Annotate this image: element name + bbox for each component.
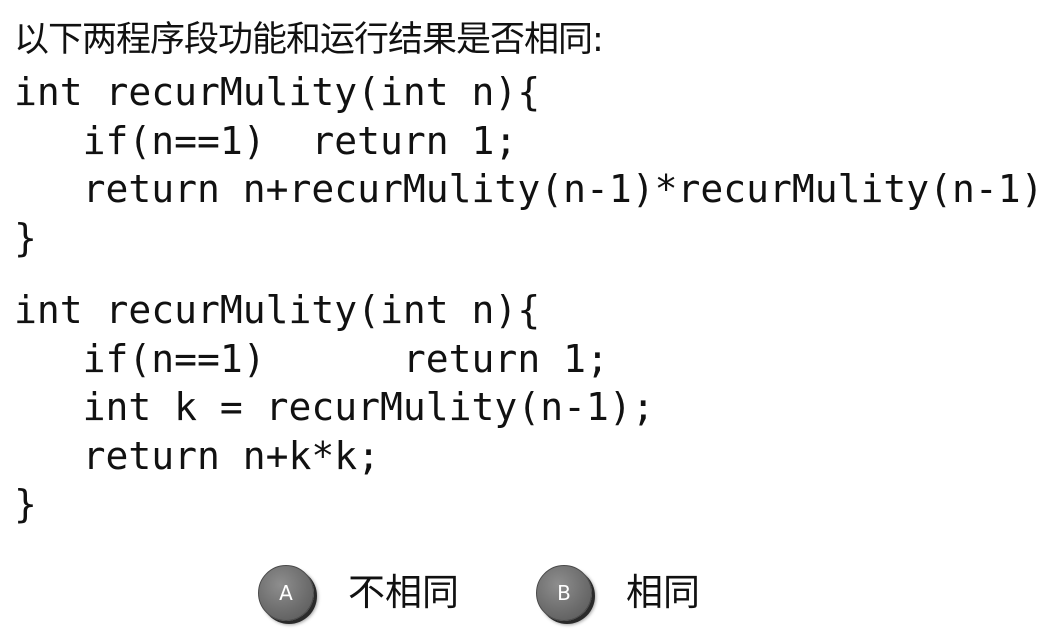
code-line: } — [14, 482, 37, 526]
option-a-badge[interactable]: A — [258, 565, 314, 621]
code-line: if(n==1) return 1; — [14, 118, 518, 163]
code-line: int recurMulity(int n){ — [14, 70, 541, 114]
code-line: return n+k*k; — [14, 433, 381, 478]
option-a[interactable]: A 不相同 — [258, 565, 459, 621]
option-b-label: 相同 — [626, 571, 700, 614]
code-line: if(n==1) return 1; — [14, 336, 609, 381]
code-line: } — [14, 215, 37, 260]
question-text: 以下两程序段功能和运行结果是否相同: — [14, 20, 604, 60]
slide: 以下两程序段功能和运行结果是否相同: int recurMulity(int n… — [0, 0, 1038, 632]
code-line: int k = recurMulity(n-1); — [14, 385, 655, 429]
code-line: return n+recurMulity(n-1)*recurMulity(n-… — [14, 167, 1038, 211]
code-line: int recurMulity(int n){ — [14, 288, 541, 332]
option-b-badge[interactable]: B — [536, 565, 592, 621]
option-b[interactable]: B 相同 — [536, 565, 700, 621]
option-a-label: 不相同 — [348, 571, 459, 614]
code-block-1: int recurMulity(int n){ if(n==1) return … — [14, 68, 1038, 262]
code-block-2: int recurMulity(int n){ if(n==1) return … — [14, 286, 655, 529]
